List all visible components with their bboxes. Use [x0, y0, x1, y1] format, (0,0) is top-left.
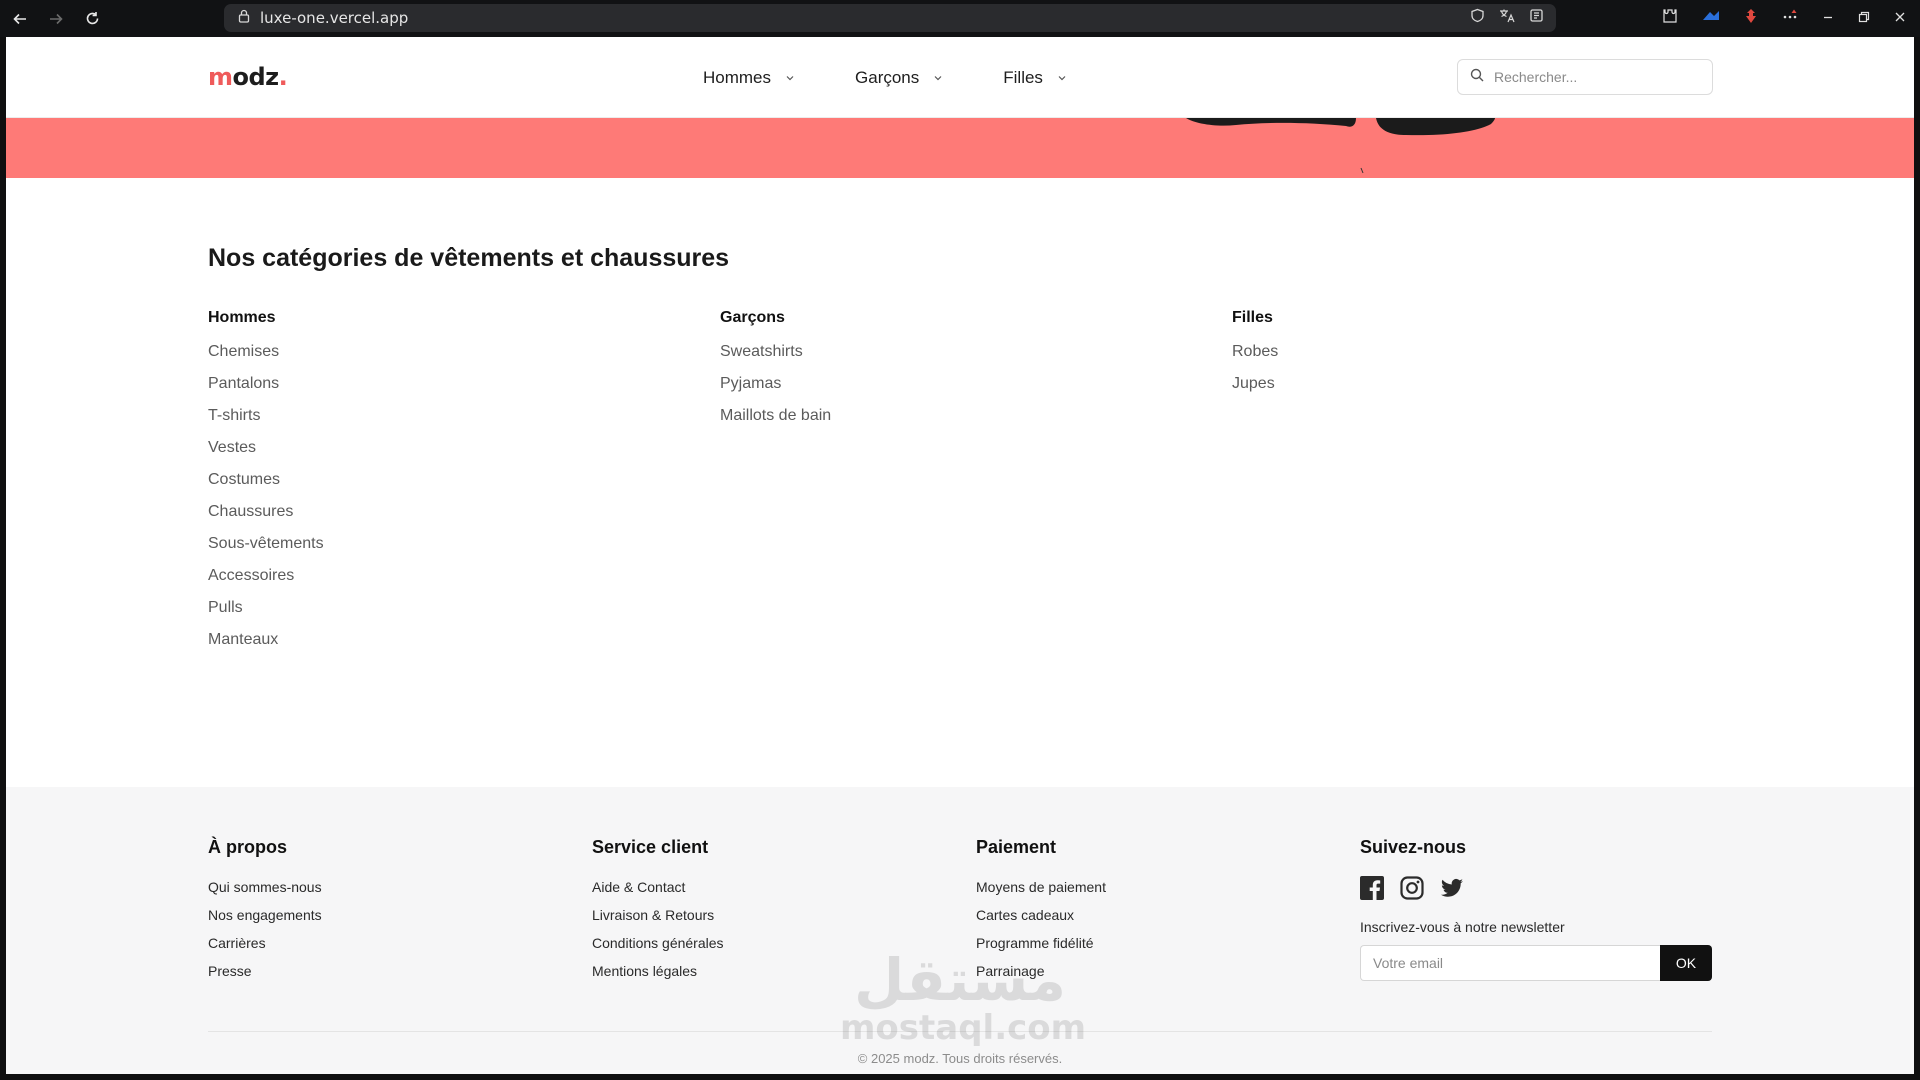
minimize-icon[interactable]: [1822, 10, 1834, 28]
nav-item-filles[interactable]: Filles: [1003, 68, 1067, 88]
category-column-filles: Filles Robes Jupes: [1232, 309, 1278, 408]
extension-blue-icon[interactable]: [1702, 9, 1720, 28]
footer-column-about: À propos Qui sommes-nous Nos engagements…: [208, 837, 322, 990]
facebook-icon[interactable]: [1360, 876, 1384, 905]
category-link[interactable]: Chaussures: [208, 496, 324, 528]
shield-icon[interactable]: [1470, 8, 1485, 28]
search-icon: [1470, 68, 1484, 87]
chevron-down-icon: [1057, 73, 1067, 83]
lock-icon: [238, 9, 250, 28]
forward-icon[interactable]: [38, 0, 74, 37]
window-edge-bottom: [0, 1074, 1920, 1080]
site-footer: À propos Qui sommes-nous Nos engagements…: [6, 787, 1914, 1074]
main-nav: Hommes Garçons Filles: [703, 37, 1127, 118]
newsletter-submit-button[interactable]: OK: [1660, 945, 1712, 981]
restore-icon[interactable]: [1858, 10, 1870, 28]
search-input[interactable]: [1494, 69, 1694, 85]
search-box: [1457, 59, 1713, 95]
footer-link[interactable]: Conditions générales: [592, 934, 724, 962]
footer-column-service: Service client Aide & Contact Livraison …: [592, 837, 724, 990]
page-viewport: modz. Hommes Garçons Filles Rechercher..…: [6, 37, 1914, 1074]
address-bar[interactable]: luxe-one.vercel.app: [224, 4, 1556, 32]
category-link[interactable]: Costumes: [208, 464, 324, 496]
category-link[interactable]: Sweatshirts: [720, 336, 831, 368]
twitter-icon[interactable]: [1440, 876, 1464, 905]
categories-title: Nos catégories de vêtements et chaussure…: [208, 244, 730, 272]
browser-toolbar: luxe-one.vercel.app: [0, 0, 1920, 37]
logo-letter-accent: m: [208, 63, 233, 91]
category-heading: Filles: [1232, 309, 1273, 326]
close-icon[interactable]: [1894, 10, 1906, 28]
category-link[interactable]: Manteaux: [208, 624, 324, 656]
category-link[interactable]: Robes: [1232, 336, 1278, 368]
footer-column-social: Suivez-nous Inscrivez-vous à notre newsl…: [1360, 837, 1712, 981]
footer-link[interactable]: Aide & Contact: [592, 878, 724, 906]
footer-column-payment: Paiement Moyens de paiement Cartes cadea…: [976, 837, 1106, 990]
more-menu-icon[interactable]: [1782, 8, 1798, 29]
extensions-icon[interactable]: [1662, 8, 1678, 29]
hero-banner: [6, 118, 1914, 178]
category-link[interactable]: Pantalons: [208, 368, 324, 400]
nav-label: Filles: [1003, 67, 1043, 87]
footer-link[interactable]: Programme fidélité: [976, 934, 1106, 962]
site-header: modz. Hommes Garçons Filles: [6, 37, 1914, 118]
hero-product-image: [1186, 118, 1495, 174]
footer-link[interactable]: Parrainage: [976, 962, 1106, 990]
footer-divider: [208, 1031, 1712, 1032]
footer-heading: Paiement: [976, 837, 1057, 857]
nav-label: Hommes: [703, 67, 772, 87]
reload-icon[interactable]: [74, 0, 110, 37]
footer-link[interactable]: Nos engagements: [208, 906, 322, 934]
chevron-down-icon: [785, 73, 795, 83]
category-link[interactable]: Accessoires: [208, 560, 324, 592]
instagram-icon[interactable]: [1400, 876, 1424, 905]
nav-label: Garçons: [855, 67, 920, 87]
footer-link[interactable]: Carrières: [208, 934, 322, 962]
category-heading: Hommes: [208, 309, 276, 326]
footer-heading: À propos: [208, 837, 287, 857]
category-link[interactable]: Sous-vêtements: [208, 528, 324, 560]
category-link[interactable]: Pyjamas: [720, 368, 831, 400]
newsletter-form: OK: [1360, 945, 1712, 981]
category-heading: Garçons: [720, 309, 785, 326]
nav-item-garcons[interactable]: Garçons: [855, 68, 943, 88]
category-link[interactable]: Chemises: [208, 336, 324, 368]
copyright-text: © 2025 modz. Tous droits réservés.: [857, 1051, 1063, 1066]
window-edge-right: [1914, 37, 1920, 1080]
extension-red-icon[interactable]: [1744, 8, 1758, 29]
url-text: luxe-one.vercel.app: [260, 9, 409, 27]
footer-link[interactable]: Moyens de paiement: [976, 878, 1106, 906]
newsletter-label: Inscrivez-vous à notre newsletter: [1360, 919, 1565, 935]
social-links: [1360, 876, 1712, 905]
footer-link[interactable]: Cartes cadeaux: [976, 906, 1106, 934]
chevron-down-icon: [933, 73, 943, 83]
category-link[interactable]: Vestes: [208, 432, 324, 464]
footer-heading: Service client: [592, 837, 709, 857]
category-link[interactable]: Maillots de bain: [720, 400, 831, 432]
nav-item-hommes[interactable]: Hommes: [703, 68, 795, 88]
translate-icon[interactable]: [1499, 8, 1515, 28]
category-column-hommes: Hommes Chemises Pantalons T-shirts Veste…: [208, 309, 324, 664]
site-logo[interactable]: modz.: [208, 63, 288, 91]
footer-link[interactable]: Qui sommes-nous: [208, 878, 322, 906]
category-column-garcons: Garçons Sweatshirts Pyjamas Maillots de …: [720, 309, 831, 440]
category-link[interactable]: Pulls: [208, 592, 324, 624]
footer-link[interactable]: Presse: [208, 962, 322, 990]
category-link[interactable]: Jupes: [1232, 368, 1278, 400]
footer-link[interactable]: Mentions légales: [592, 962, 724, 990]
footer-link[interactable]: Livraison & Retours: [592, 906, 724, 934]
back-icon[interactable]: [2, 0, 38, 37]
footer-heading: Suivez-nous: [1360, 837, 1467, 857]
logo-dot: .: [278, 63, 288, 91]
reader-mode-icon[interactable]: [1529, 8, 1544, 28]
category-link[interactable]: T-shirts: [208, 400, 324, 432]
email-input[interactable]: [1360, 945, 1660, 981]
logo-text: odz: [232, 63, 280, 91]
